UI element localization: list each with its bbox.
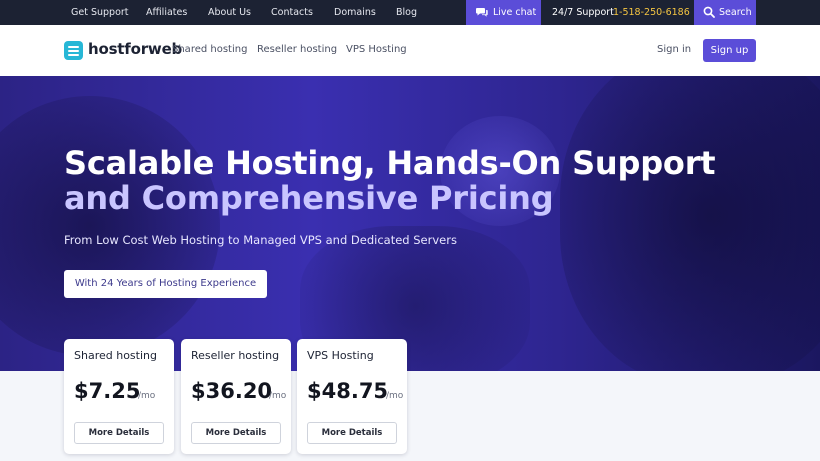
server-logo-icon xyxy=(64,41,83,60)
hero-section: Scalable Hosting, Hands-On Support and C… xyxy=(0,76,820,371)
sign-in-link[interactable]: Sign in xyxy=(657,25,691,74)
topbar-link-get-support[interactable]: Get Support xyxy=(71,0,129,25)
plan-name: Reseller hosting xyxy=(191,349,280,362)
more-details-button[interactable]: More Details xyxy=(307,422,397,444)
hero-title: Scalable Hosting, Hands-On Support and C… xyxy=(64,146,784,216)
nav-link-reseller-hosting[interactable]: Reseller hosting xyxy=(257,25,337,76)
support-phone-link[interactable]: 1-518-250-6186 xyxy=(613,0,690,25)
experience-button[interactable]: With 24 Years of Hosting Experience xyxy=(64,270,267,298)
nav-link-vps-hosting[interactable]: VPS Hosting xyxy=(346,25,407,76)
search-button[interactable]: Search xyxy=(694,0,756,25)
nav-link-shared-hosting[interactable]: Shared hosting xyxy=(172,25,247,76)
hero-photo-shade xyxy=(560,76,820,371)
main-navigation: hostforweb Shared hosting Reseller hosti… xyxy=(0,25,820,76)
plan-price: $36.20 xyxy=(191,379,273,403)
sign-up-button[interactable]: Sign up xyxy=(703,39,756,62)
plan-name: VPS Hosting xyxy=(307,349,374,362)
chat-bubble-icon xyxy=(476,8,488,17)
plan-price: $7.25 xyxy=(74,379,141,403)
plan-card-shared: Shared hosting $7.25 /mo More Details xyxy=(64,339,174,454)
search-icon xyxy=(703,6,715,18)
support-label: 24/7 Support xyxy=(552,7,614,18)
topbar-link-about-us[interactable]: About Us xyxy=(208,0,251,25)
plan-period: /mo xyxy=(269,391,287,401)
live-chat-label: Live chat xyxy=(493,7,537,18)
plan-card-vps: VPS Hosting $48.75 /mo More Details xyxy=(297,339,407,454)
more-details-button[interactable]: More Details xyxy=(74,422,164,444)
live-chat-button[interactable]: Live chat xyxy=(466,0,541,25)
search-label: Search xyxy=(719,7,752,18)
hero-title-line1: Scalable Hosting, Hands-On Support xyxy=(64,144,716,182)
topbar-link-blog[interactable]: Blog xyxy=(396,0,417,25)
plan-name: Shared hosting xyxy=(74,349,157,362)
topbar-link-domains[interactable]: Domains xyxy=(334,0,376,25)
topbar-link-contacts[interactable]: Contacts xyxy=(271,0,313,25)
more-details-button[interactable]: More Details xyxy=(191,422,281,444)
hero-subtitle: From Low Cost Web Hosting to Managed VPS… xyxy=(64,233,457,247)
plan-card-reseller: Reseller hosting $36.20 /mo More Details xyxy=(181,339,291,454)
hero-photo-shade xyxy=(0,96,220,356)
plan-price: $48.75 xyxy=(307,379,389,403)
plan-period: /mo xyxy=(138,391,156,401)
topbar-link-affiliates[interactable]: Affiliates xyxy=(146,0,187,25)
hero-title-line2: and Comprehensive Pricing xyxy=(64,179,554,217)
plan-period: /mo xyxy=(386,391,404,401)
brand-name: hostforweb xyxy=(88,40,183,58)
top-utility-bar: Get Support Affiliates About Us Contacts… xyxy=(0,0,820,25)
